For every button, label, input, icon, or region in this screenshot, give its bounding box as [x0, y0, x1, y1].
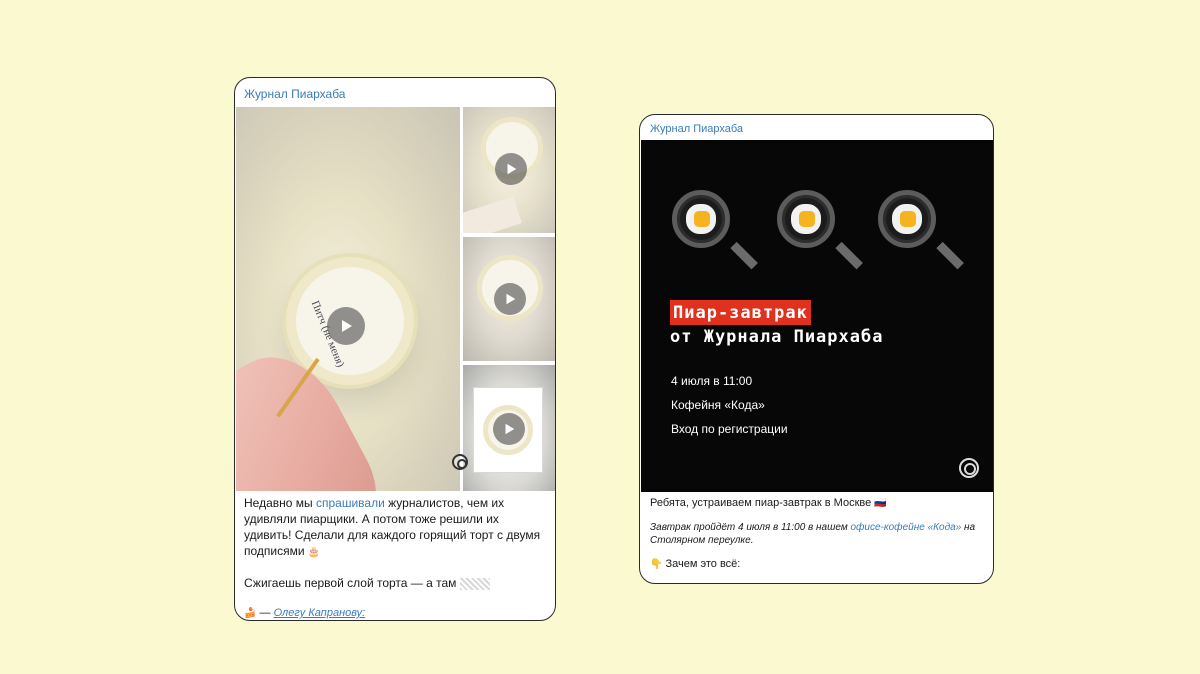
video-thumbnail-2[interactable]: [463, 237, 555, 361]
post-card-breakfast[interactable]: Журнал Пиархаба Пиар-завтрак от Журнала …: [639, 114, 994, 584]
video-thumbnail-main[interactable]: Питч (не меня): [236, 107, 460, 491]
post-link[interactable]: спрашивали: [316, 496, 385, 510]
banner-headline-red: Пиар-завтрак: [670, 300, 811, 325]
video-thumbnail-3[interactable]: [463, 365, 555, 491]
frying-pan-icon: [672, 190, 730, 248]
post-card-cakes[interactable]: Журнал Пиархаба Питч (не меня) Недавно м…: [234, 77, 556, 621]
post-lead-text: Ребята, устраиваем пиар-завтрак в Москве: [650, 497, 872, 509]
post-text-paragraph: Сжигаешь первой слой торта — а там: [244, 576, 457, 590]
play-icon[interactable]: [494, 283, 526, 315]
post-link[interactable]: офисе-кофейне «Кода»: [851, 522, 962, 533]
cake-emoji-icon: 🍰: [244, 608, 257, 619]
event-banner[interactable]: Пиар-завтрак от Журнала Пиархаба 4 июля …: [641, 140, 993, 492]
banner-headline-white: от Журнала Пиархаба: [670, 327, 884, 347]
egg-yolk: [694, 211, 710, 227]
play-icon[interactable]: [495, 153, 527, 185]
card-image: [463, 196, 522, 233]
flag-emoji-icon: 🇷🇺: [874, 498, 887, 509]
watermark-logo-icon: [959, 458, 979, 478]
pan-handle: [730, 241, 758, 270]
pointing-hand-emoji-icon: 👇: [650, 559, 663, 570]
post-why-text: Зачем это всё:: [665, 558, 741, 570]
channel-name[interactable]: Журнал Пиархаба: [244, 87, 345, 101]
watermark-logo-icon: [452, 454, 468, 470]
post-italic: Завтрак пройдёт 4 июля в 11:00 в нашем о…: [650, 521, 985, 547]
event-place: Кофейня «Кода»: [671, 398, 765, 412]
signature-link[interactable]: Олегу Капранову:: [274, 607, 366, 619]
post-text-part: Недавно мы: [244, 496, 316, 510]
pan-handle: [936, 241, 964, 270]
post-text: Недавно мы спрашивали журналистов, чем и…: [244, 495, 549, 620]
pan-handle: [835, 241, 863, 270]
signature-dash: —: [259, 607, 274, 619]
signature: 🍰 — Олегу Капранову:: [244, 605, 549, 620]
event-entry: Вход по регистрации: [671, 422, 788, 436]
spoiler-icon[interactable]: [459, 577, 490, 590]
channel-name[interactable]: Журнал Пиархаба: [650, 123, 743, 135]
frying-pan-icon: [878, 190, 936, 248]
post-italic-text: Завтрак пройдёт 4 июля в 11:00 в нашем: [650, 522, 851, 533]
post-why: 👇 Зачем это всё:: [650, 557, 985, 572]
frying-pan-icon: [777, 190, 835, 248]
cake-emoji-icon: 🎂: [307, 547, 321, 558]
egg-yolk: [799, 211, 815, 227]
play-icon[interactable]: [327, 307, 365, 345]
egg-yolk: [900, 211, 916, 227]
post-lead: Ребята, устраиваем пиар-завтрак в Москве…: [650, 496, 985, 511]
event-date: 4 июля в 11:00: [671, 374, 753, 388]
video-thumbnail-1[interactable]: [463, 107, 555, 233]
post-text: Ребята, устраиваем пиар-завтрак в Москве…: [650, 496, 985, 572]
play-icon[interactable]: [493, 413, 525, 445]
